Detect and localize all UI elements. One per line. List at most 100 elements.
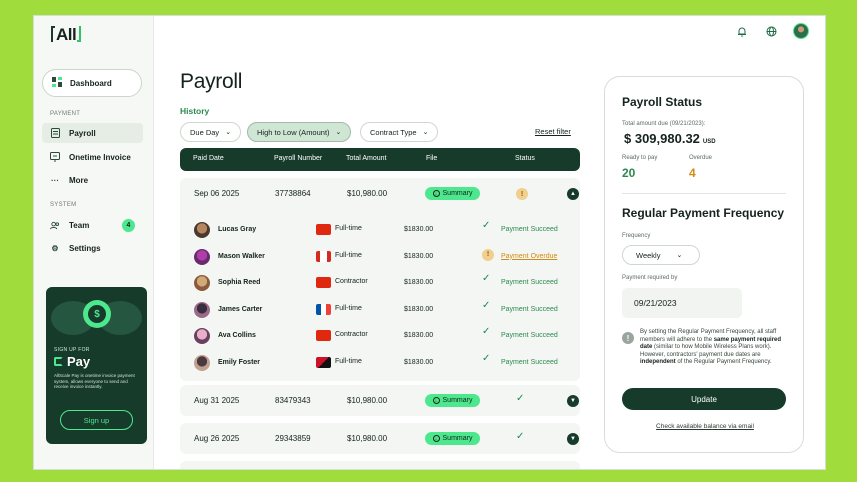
employee-amount: $1830.00	[404, 305, 434, 313]
due-label: Total amount due (09/21/2023):	[622, 121, 706, 127]
history-label: History	[180, 106, 210, 116]
frequency-select[interactable]: Weekly ⌄	[622, 245, 700, 265]
overdue-label: Overdue	[689, 155, 713, 161]
payroll-group: Aug 26 2025 29343859 $10,980.00 ↓ Summary…	[180, 423, 580, 454]
dollar-coin-icon: $	[83, 300, 111, 328]
employee-amount: $1830.00	[404, 279, 434, 286]
employee-row[interactable]: Lucas Gray Full-time $1830.00 ✓ Payment Succ…	[180, 216, 580, 242]
employee-name: James Carter	[218, 305, 263, 313]
filter-due-day[interactable]: Due Day ⌄	[180, 122, 242, 142]
table-header: Paid Date Payroll Number Total Amount Fi…	[180, 148, 580, 171]
sidebar-item-label: Onetime Invoice	[69, 152, 131, 162]
employee-row[interactable]: Sophia Reed Contractor $1830.00 ✓ Payment Su…	[180, 269, 580, 295]
gear-icon: ⚙	[51, 243, 59, 253]
employee-row[interactable]: Ava Collins Contractor $1830.00 ✓ Payment Su…	[180, 322, 580, 348]
collapse-toggle-icon[interactable]: ▲	[567, 188, 579, 200]
avatar	[194, 275, 210, 291]
check-icon: ✓	[482, 220, 491, 231]
employee-row[interactable]: James Carter Full-time $1830.00 ✓ Payment Su…	[180, 296, 580, 322]
sidebar-item-dashboard[interactable]: Dashboard	[42, 69, 142, 97]
summary-download-button[interactable]: ↓ Summary	[425, 394, 480, 407]
employee-row[interactable]: Mason Walker Full-time $1830.00! Payment Ov…	[180, 243, 580, 269]
check-icon: ✓	[482, 273, 491, 284]
download-icon: ↓	[432, 397, 440, 404]
column-header[interactable]: Paid Date	[193, 155, 224, 162]
panel-title: Payroll Status	[622, 95, 703, 109]
bell-icon[interactable]	[734, 23, 750, 39]
sidebar-item-label: Payroll	[69, 128, 96, 138]
required-label: Payment required by	[622, 275, 678, 281]
check-icon: ✓	[482, 352, 491, 364]
page-title: Payroll	[180, 70, 243, 93]
chevron-down-icon: ⌄	[335, 129, 342, 136]
sidebar-item-label: More	[69, 175, 89, 185]
employee-name: Sophia Reed	[218, 279, 261, 286]
column-header[interactable]: Total Amount	[346, 155, 386, 162]
check-icon: ✓	[516, 393, 525, 404]
avatar	[194, 248, 210, 265]
payment-status[interactable]: Payment Overdue	[501, 253, 557, 260]
sidebar-item-payroll[interactable]: Payroll	[42, 123, 143, 143]
team-count-badge: 4	[122, 218, 135, 232]
employee-row[interactable]: Emily Foster Full-time $1830.00 ✓ Payment Su…	[180, 349, 580, 375]
sidebar-item-more[interactable]: ··· More	[42, 170, 143, 190]
update-button[interactable]: Update	[622, 388, 786, 410]
check-balance-link[interactable]: Check available balance via email	[605, 423, 805, 430]
signup-button[interactable]: Sign up	[60, 410, 133, 430]
payment-status: Payment Succeed	[501, 358, 558, 366]
required-date-field[interactable]: 09/21/2023	[622, 288, 742, 318]
download-icon: ↓	[432, 435, 440, 442]
avatar	[194, 354, 210, 371]
sidebar: All Dashboard PAYMENT Payroll Onetime In…	[34, 16, 154, 469]
contract-type: Full-time	[335, 225, 362, 232]
avatar	[194, 328, 210, 344]
team-icon	[50, 220, 60, 230]
table-row[interactable]: Sep 06 2025 37738864 $10,980.00 ↓ Summary…	[180, 178, 580, 209]
payment-status: Payment Succeed	[501, 279, 558, 286]
table-row[interactable]: Aug 26 2025 29343859 $10,980.00 ↓ Summary…	[180, 423, 580, 454]
column-header[interactable]: Payroll Number	[274, 155, 322, 162]
reset-filter-link[interactable]: Reset filter	[535, 127, 571, 136]
divider	[622, 193, 786, 194]
country-flag-icon	[316, 277, 331, 288]
chevron-down-icon: ⌄	[676, 252, 683, 259]
avatar	[194, 222, 210, 238]
filter-contract-type[interactable]: Contract Type ⌄	[360, 122, 439, 142]
column-header[interactable]: File	[426, 155, 437, 162]
sidebar-item-onetime-invoice[interactable]: Onetime Invoice	[42, 147, 143, 167]
country-flag-icon	[316, 224, 331, 235]
promo-product-name: Pay	[54, 354, 90, 369]
summary-download-button[interactable]: ↓ Summary	[425, 187, 480, 200]
sidebar-item-label: Settings	[69, 243, 101, 253]
column-header[interactable]: Status	[515, 155, 535, 162]
summary-download-button[interactable]: ↓ Summary	[425, 432, 480, 445]
country-flag-icon	[316, 330, 331, 341]
expand-toggle-icon[interactable]: ▼	[567, 395, 579, 407]
overdue-count: 4	[689, 166, 696, 180]
check-icon: ✓	[482, 299, 491, 311]
brand-logo[interactable]: All	[51, 25, 82, 45]
sidebar-item-label: Dashboard	[70, 78, 112, 88]
country-flag-icon	[316, 356, 331, 368]
expand-toggle-icon[interactable]: ▼	[567, 433, 579, 445]
table-row[interactable]: Aug 31 2025 83479343 $10,980.00 ↓ Summary…	[180, 385, 580, 416]
employee-amount: $1830.00	[404, 358, 434, 366]
download-icon: ↓	[432, 190, 440, 197]
warning-icon: !	[516, 188, 528, 200]
app-window: All Dashboard PAYMENT Payroll Onetime In…	[33, 15, 826, 470]
warning-icon: !	[482, 248, 494, 261]
employee-name: Emily Foster	[218, 358, 261, 366]
section-label-payment: PAYMENT	[50, 111, 81, 117]
payment-status: Payment Succeed	[501, 226, 558, 233]
frequency-note: By setting the Regular Payment Frequency…	[640, 329, 782, 365]
section-label-system: SYSTEM	[50, 202, 77, 208]
promo-description: AllScale Pay is onetime invoice payment …	[54, 373, 135, 389]
globe-icon[interactable]	[763, 23, 779, 39]
user-avatar[interactable]	[793, 23, 809, 39]
sidebar-item-settings[interactable]: ⚙ Settings	[42, 238, 143, 258]
payroll-group: Sep 06 2025 37738864 $10,980.00 ↓ Summary…	[180, 178, 580, 381]
invoice-icon	[50, 152, 60, 162]
filter-sort-amount[interactable]: High to Low (Amount) ⌄	[247, 122, 352, 142]
sidebar-item-team[interactable]: Team 4	[42, 215, 143, 235]
contract-type: Full-time	[335, 357, 362, 365]
